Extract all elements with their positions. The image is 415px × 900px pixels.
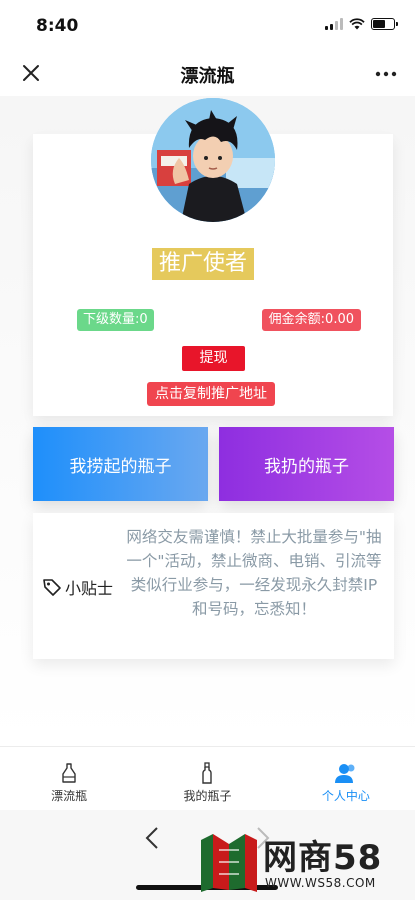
watermark-url: WWW.WS58.COM	[265, 876, 376, 890]
drift-bottle-icon	[62, 763, 76, 783]
tips-card: 小贴士 网络交友需谨慎！禁止大批量参与"抽一个"活动，禁止微商、电销、引流等类似…	[33, 513, 394, 659]
withdraw-button[interactable]: 提现	[182, 346, 245, 371]
thrown-bottles-button[interactable]: 我扔的瓶子	[219, 427, 394, 501]
avatar	[151, 98, 275, 222]
tab-my-bottles[interactable]: 我的瓶子	[138, 747, 276, 810]
battery-icon	[371, 18, 398, 30]
commission-balance-badge: 佣金余额:0.00	[261, 309, 361, 331]
tab-personal-center[interactable]: 个人中心	[277, 747, 415, 810]
wifi-icon	[349, 18, 365, 30]
tag-icon	[43, 579, 61, 596]
nav-bar: 漂流瓶	[0, 52, 415, 96]
status-time: 8:40	[36, 16, 79, 36]
copy-promo-link-button[interactable]: 点击复制推广地址	[147, 382, 275, 406]
more-icon[interactable]	[375, 58, 397, 84]
page-title: 漂流瓶	[180, 66, 235, 87]
tab-label: 漂流瓶	[51, 789, 88, 803]
user-icon	[334, 764, 355, 783]
watermark-logo	[201, 834, 257, 892]
signal-icon	[325, 18, 343, 30]
sub-count-badge: 下级数量:0	[77, 309, 154, 331]
status-bar: 8:40	[0, 0, 415, 52]
watermark: 网商58 WWW.WS58.COM	[199, 828, 409, 896]
bottom-tabbar: 漂流瓶 我的瓶子 个人中心	[0, 746, 415, 810]
promoter-badge: 推广使者	[152, 248, 255, 280]
tab-drift-bottle[interactable]: 漂流瓶	[0, 747, 138, 810]
tips-label-text: 小贴士	[65, 579, 114, 598]
bottle-icon	[202, 762, 213, 784]
tab-label: 我的瓶子	[183, 789, 232, 803]
tips-text: 网络交友需谨慎！禁止大批量参与"抽一个"活动，禁止微商、电销、引流等类似行业参与…	[126, 528, 382, 618]
picked-bottles-button[interactable]: 我捞起的瓶子	[33, 427, 208, 501]
tips-label: 小贴士	[42, 575, 113, 599]
back-icon[interactable]	[145, 826, 159, 856]
tab-label: 个人中心	[321, 789, 370, 803]
watermark-text: 网商58	[263, 838, 383, 878]
status-icons	[325, 18, 398, 30]
